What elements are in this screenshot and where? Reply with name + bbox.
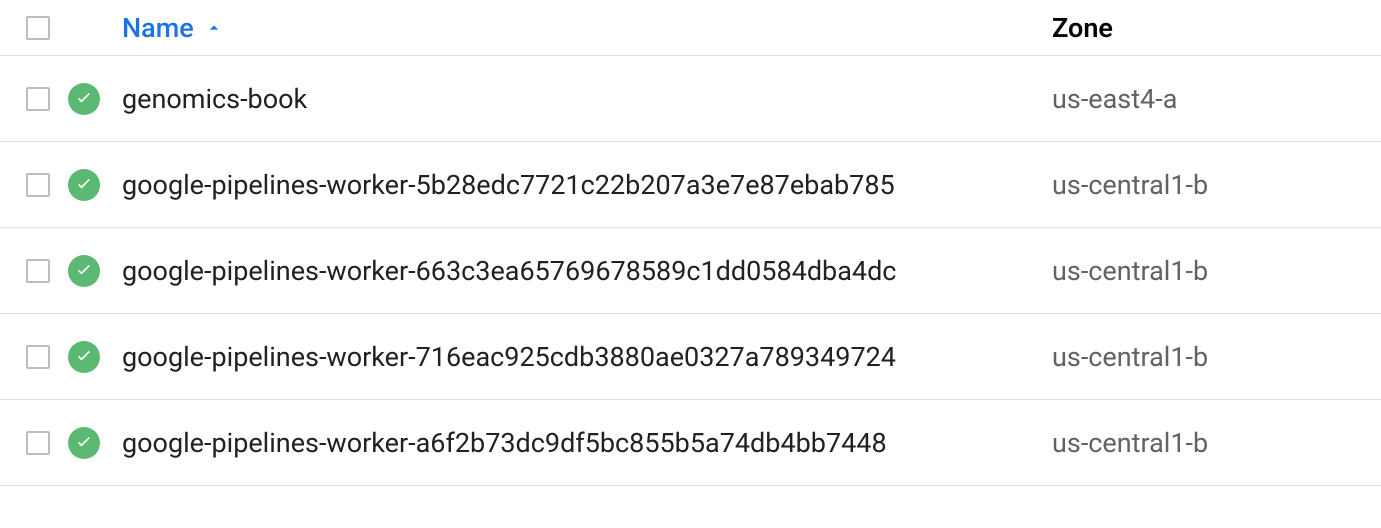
sort-ascending-icon — [204, 18, 224, 38]
column-header-name[interactable]: Name — [122, 12, 1052, 44]
row-checkbox[interactable] — [26, 87, 50, 111]
status-running-icon — [68, 169, 100, 201]
instance-zone: us-central1-b — [1052, 427, 1373, 459]
column-header-zone[interactable]: Zone — [1052, 12, 1373, 44]
instance-name-link[interactable]: google-pipelines-worker-5b28edc7721c22b2… — [122, 169, 895, 201]
row-checkbox[interactable] — [26, 345, 50, 369]
status-running-icon — [68, 427, 100, 459]
vm-instances-table: Name Zone genomics-book us-east4-a — [0, 0, 1381, 486]
instance-zone: us-east4-a — [1052, 83, 1373, 115]
instance-name-link[interactable]: google-pipelines-worker-663c3ea657696785… — [122, 255, 896, 287]
instance-zone: us-central1-b — [1052, 341, 1373, 373]
table-row: google-pipelines-worker-a6f2b73dc9df5bc8… — [0, 400, 1381, 486]
table-header-row: Name Zone — [0, 0, 1381, 56]
table-row: google-pipelines-worker-716eac925cdb3880… — [0, 314, 1381, 400]
row-checkbox[interactable] — [26, 259, 50, 283]
instance-name-link[interactable]: google-pipelines-worker-716eac925cdb3880… — [122, 341, 896, 373]
table-row: google-pipelines-worker-5b28edc7721c22b2… — [0, 142, 1381, 228]
column-header-zone-label: Zone — [1052, 12, 1113, 44]
status-running-icon — [68, 255, 100, 287]
select-all-checkbox[interactable] — [26, 16, 50, 40]
status-running-icon — [68, 83, 100, 115]
status-running-icon — [68, 341, 100, 373]
row-checkbox[interactable] — [26, 173, 50, 197]
instance-zone: us-central1-b — [1052, 255, 1373, 287]
row-checkbox[interactable] — [26, 431, 50, 455]
column-header-name-label: Name — [122, 12, 194, 44]
instance-zone: us-central1-b — [1052, 169, 1373, 201]
instance-name-link[interactable]: genomics-book — [122, 83, 307, 115]
table-row: google-pipelines-worker-663c3ea657696785… — [0, 228, 1381, 314]
instance-name-link[interactable]: google-pipelines-worker-a6f2b73dc9df5bc8… — [122, 427, 887, 459]
table-row: genomics-book us-east4-a — [0, 56, 1381, 142]
